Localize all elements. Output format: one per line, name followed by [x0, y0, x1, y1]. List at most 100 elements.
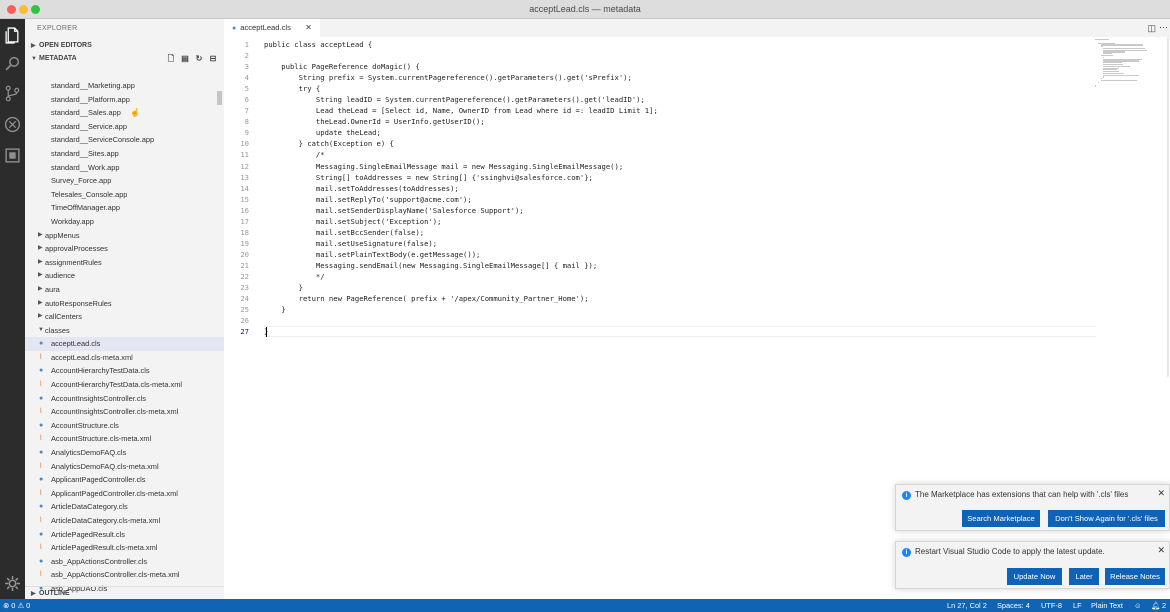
tree-item[interactable]: standard__Marketing.app	[25, 79, 224, 93]
encoding-status[interactable]: UTF-8	[1041, 599, 1062, 612]
feedback-smiley-icon[interactable]: ☺	[1134, 599, 1142, 612]
tree-item[interactable]: standard__Sites.app	[25, 147, 224, 161]
code-line[interactable]: 10 } catch(Exception e) {	[224, 138, 1094, 149]
extensions-icon[interactable]	[4, 147, 21, 164]
minimap[interactable]	[1095, 39, 1165, 87]
new-folder-icon[interactable]: ▤	[178, 52, 192, 65]
code-line[interactable]: 13 String[] toAddresses = new String[] {…	[224, 172, 1094, 183]
tree-item[interactable]: standard__Work.app	[25, 161, 224, 175]
tree-item[interactable]: ▶ appMenus	[25, 229, 224, 243]
code-line[interactable]: 15 mail.setReplyTo('support@acme.com');	[224, 194, 1094, 205]
open-editors-header[interactable]: ▶ OPEN EDITORS	[25, 39, 224, 52]
tree-item[interactable]: standard__Sales.app ☝	[25, 106, 224, 120]
search-icon[interactable]	[4, 55, 21, 72]
code-line[interactable]: 14 mail.setToAddresses(toAddresses);	[224, 183, 1094, 194]
code-line[interactable]: 17 mail.setSubject('Exception');	[224, 216, 1094, 227]
tree-item[interactable]: Survey_Force.app	[25, 174, 224, 188]
tree-item[interactable]: standard__Platform.app	[25, 93, 224, 107]
code-line[interactable]: 4 String prefix = System.currentPagerefe…	[224, 72, 1094, 83]
tree-item[interactable]: ● ArticleDataCategory.cls	[25, 500, 224, 514]
source-control-icon[interactable]	[4, 85, 21, 102]
metadata-header[interactable]: ▼ METADATA 🗋 ▤ ↻ ⊟	[25, 52, 224, 65]
tree-item[interactable]: ▶ callCenters	[25, 310, 224, 324]
outline-header[interactable]: ▶ OUTLINE	[25, 586, 224, 599]
collapse-all-icon[interactable]: ⊟	[206, 52, 220, 65]
language-mode[interactable]: Plain Text	[1091, 599, 1123, 612]
update-now-button[interactable]: Update Now	[1007, 568, 1062, 585]
tree-item[interactable]: ▶ autoResponseRules	[25, 297, 224, 311]
tree-item[interactable]: ▶ assignmentRules	[25, 256, 224, 270]
more-actions-icon[interactable]: ⋯	[1159, 22, 1168, 33]
tree-item[interactable]: ● ArticlePagedResult.cls	[25, 528, 224, 542]
tree-item[interactable]: ● AnalyticsDemoFAQ.cls	[25, 446, 224, 460]
tree-item[interactable]: ⌇ asb_AppActionsController.cls-meta.xml	[25, 568, 224, 582]
code-line[interactable]: 3 public PageReference doMagic() {	[224, 61, 1094, 72]
code-line[interactable]: 21 Messaging.sendEmail(new Messaging.Sin…	[224, 260, 1094, 271]
tree-item[interactable]: ▶ audience	[25, 269, 224, 283]
code-line[interactable]: 9 update theLead;	[224, 127, 1094, 138]
tree-item[interactable]: Workday.app	[25, 215, 224, 229]
tab-acceptlead[interactable]: ● acceptLead.cls ✕	[224, 19, 320, 37]
tree-item[interactable]: ⌇ AnalyticsDemoFAQ.cls-meta.xml	[25, 460, 224, 474]
code-line[interactable]: 23 }	[224, 282, 1094, 293]
code-line[interactable]: 6 String leadID = System.currentPagerefe…	[224, 94, 1094, 105]
tree-item[interactable]: ▼ classes	[25, 324, 224, 338]
code-line[interactable]: 5 try {	[224, 83, 1094, 94]
code-line[interactable]: 20 mail.setPlainTextBody(e.getMessage())…	[224, 249, 1094, 260]
tree-item[interactable]: ⌇ ApplicantPagedController.cls-meta.xml	[25, 487, 224, 501]
code-line[interactable]: 12 Messaging.SingleEmailMessage mail = n…	[224, 161, 1094, 172]
code-lines[interactable]: 1 public class acceptLead {2 3 public Page…	[224, 39, 1094, 337]
code-line[interactable]: 1 public class acceptLead {	[224, 39, 1094, 50]
split-editor-icon[interactable]: ◫	[1147, 23, 1156, 34]
code-line[interactable]: 16 mail.setSenderDisplayName('Salesforce…	[224, 205, 1094, 216]
later-button[interactable]: Later	[1069, 568, 1099, 585]
tree-item[interactable]: ⌇ ArticlePagedResult.cls-meta.xml	[25, 541, 224, 555]
settings-gear-icon[interactable]	[4, 575, 21, 592]
release-notes-button[interactable]: Release Notes	[1105, 568, 1165, 585]
explorer-icon[interactable]	[4, 27, 21, 44]
sidebar-scrollbar[interactable]	[217, 91, 222, 105]
code-line[interactable]: 27}	[224, 326, 1094, 337]
code-line[interactable]: 7 Lead theLead = [Select id, Name, Owner…	[224, 105, 1094, 116]
tree-item[interactable]: ● acceptLead.cls	[25, 337, 224, 351]
code-line[interactable]: 26	[224, 315, 1094, 326]
close-notification-icon[interactable]: ✕	[1157, 488, 1165, 499]
tree-item[interactable]: Telesales_Console.app	[25, 188, 224, 202]
tree-item[interactable]: ▶ aura	[25, 283, 224, 297]
cursor-position[interactable]: Ln 27, Col 2	[947, 599, 987, 612]
tree-item[interactable]: ▶ approvalProcesses	[25, 242, 224, 256]
tree-item[interactable]: ⌇ acceptLead.cls-meta.xml	[25, 351, 224, 365]
tree-item[interactable]: ⌇ AccountHierarchyTestData.cls-meta.xml	[25, 378, 224, 392]
search-marketplace-button[interactable]: Search Marketplace	[962, 510, 1040, 527]
problems-status[interactable]: ⊗ 0 ⚠ 0	[3, 599, 30, 612]
dont-show-again-button[interactable]: Don't Show Again for '.cls' files	[1048, 510, 1165, 527]
eol-status[interactable]: LF	[1073, 599, 1082, 612]
code-line[interactable]: 8 theLead.OwnerId = UserInfo.getUserID()…	[224, 116, 1094, 127]
code-line[interactable]: 22 */	[224, 271, 1094, 282]
notifications-bell-icon[interactable]: 🔔︎	[1151, 599, 1160, 612]
code-line[interactable]: 18 mail.setBccSender(false);	[224, 227, 1094, 238]
code-line[interactable]: 19 mail.setUseSignature(false);	[224, 238, 1094, 249]
tree-item[interactable]: TimeOffManager.app	[25, 201, 224, 215]
tree-item[interactable]: standard__Service.app	[25, 120, 224, 134]
close-tab-icon[interactable]: ✕	[305, 19, 312, 37]
tree-item[interactable]: ● AccountHierarchyTestData.cls	[25, 364, 224, 378]
tree-item[interactable]: ● AccountInsightsController.cls	[25, 392, 224, 406]
editor-scrollbar[interactable]	[1167, 37, 1169, 377]
code-line[interactable]: 25 }	[224, 304, 1094, 315]
code-line[interactable]: 11 /*	[224, 149, 1094, 160]
tree-item[interactable]: ⌇ AccountInsightsController.cls-meta.xml	[25, 405, 224, 419]
tree-item[interactable]: ⌇ ArticleDataCategory.cls-meta.xml	[25, 514, 224, 528]
code-line[interactable]: 2	[224, 50, 1094, 61]
tree-item[interactable]: standard__ServiceConsole.app	[25, 133, 224, 147]
tree-item[interactable]: ● AccountStructure.cls	[25, 419, 224, 433]
indentation-status[interactable]: Spaces: 4	[997, 599, 1030, 612]
code-line[interactable]: 24 return new PageReference( prefix + '/…	[224, 293, 1094, 304]
close-notification-icon[interactable]: ✕	[1157, 545, 1165, 556]
refresh-icon[interactable]: ↻	[192, 52, 206, 65]
debug-icon[interactable]	[4, 116, 21, 133]
tree-item[interactable]: ● ApplicantPagedController.cls	[25, 473, 224, 487]
tree-item[interactable]: ● asb_AppActionsController.cls	[25, 555, 224, 569]
tree-item[interactable]: ⌇ AccountStructure.cls-meta.xml	[25, 432, 224, 446]
new-file-icon[interactable]: 🗋	[164, 52, 178, 65]
